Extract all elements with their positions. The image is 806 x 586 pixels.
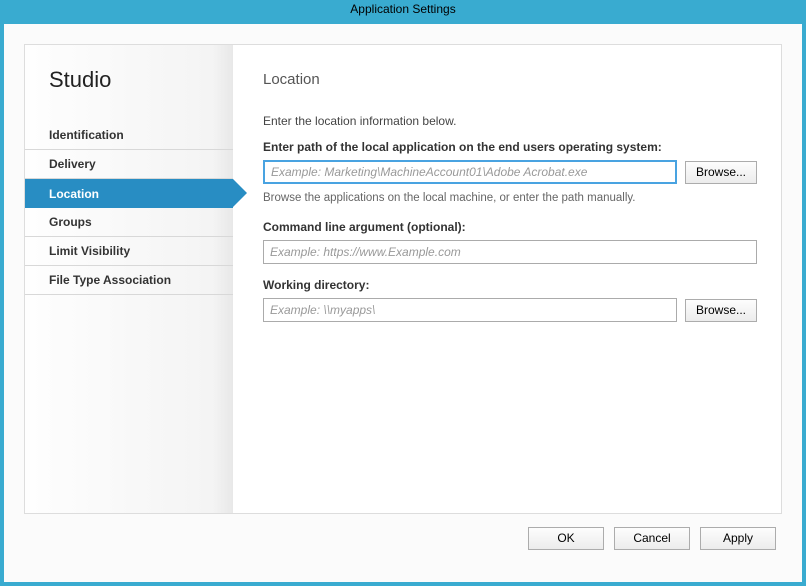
sidebar-item-limit-visibility[interactable]: Limit Visibility bbox=[25, 237, 233, 266]
dialog-footer: OK Cancel Apply bbox=[24, 514, 782, 562]
cmd-input[interactable] bbox=[263, 240, 757, 264]
sidebar-item-label: Location bbox=[49, 187, 99, 201]
cmd-label: Command line argument (optional): bbox=[263, 220, 757, 234]
apply-button[interactable]: Apply bbox=[700, 527, 776, 550]
cancel-button[interactable]: Cancel bbox=[614, 527, 690, 550]
sidebar-item-delivery[interactable]: Delivery bbox=[25, 150, 233, 179]
sidebar-item-identification[interactable]: Identification bbox=[25, 121, 233, 150]
intro-text: Enter the location information below. bbox=[263, 114, 757, 128]
sidebar-item-label: Groups bbox=[49, 215, 92, 229]
sidebar-item-label: Delivery bbox=[49, 157, 96, 171]
path-hint: Browse the applications on the local mac… bbox=[263, 192, 757, 204]
sidebar-item-label: Identification bbox=[49, 128, 124, 142]
sidebar-item-groups[interactable]: Groups bbox=[25, 208, 233, 237]
wd-row: Browse... bbox=[263, 298, 757, 322]
sidebar-item-file-type-association[interactable]: File Type Association bbox=[25, 266, 233, 295]
sidebar-item-location[interactable]: Location bbox=[25, 179, 233, 208]
wd-input[interactable] bbox=[263, 298, 677, 322]
window-title: Application Settings bbox=[350, 2, 455, 16]
browse-wd-button[interactable]: Browse... bbox=[685, 299, 757, 322]
dialog-window: Application Settings Studio Identificati… bbox=[0, 0, 806, 586]
path-row: Browse... bbox=[263, 160, 757, 184]
ok-button[interactable]: OK bbox=[528, 527, 604, 550]
sidebar-item-label: Limit Visibility bbox=[49, 244, 130, 258]
client-area: Studio Identification Delivery Location … bbox=[4, 24, 802, 582]
browse-path-button[interactable]: Browse... bbox=[685, 161, 757, 184]
sidebar: Studio Identification Delivery Location … bbox=[25, 45, 233, 513]
content-area: Studio Identification Delivery Location … bbox=[24, 44, 782, 514]
wd-label: Working directory: bbox=[263, 278, 757, 292]
cmd-row bbox=[263, 240, 757, 264]
main-panel: Location Enter the location information … bbox=[233, 45, 781, 513]
path-input[interactable] bbox=[263, 160, 677, 184]
page-title: Location bbox=[263, 71, 757, 88]
sidebar-title: Studio bbox=[25, 67, 233, 121]
titlebar: Application Settings bbox=[4, 0, 802, 24]
path-label: Enter path of the local application on t… bbox=[263, 140, 757, 154]
sidebar-item-label: File Type Association bbox=[49, 273, 171, 287]
sidebar-nav: Identification Delivery Location Groups … bbox=[25, 121, 233, 295]
